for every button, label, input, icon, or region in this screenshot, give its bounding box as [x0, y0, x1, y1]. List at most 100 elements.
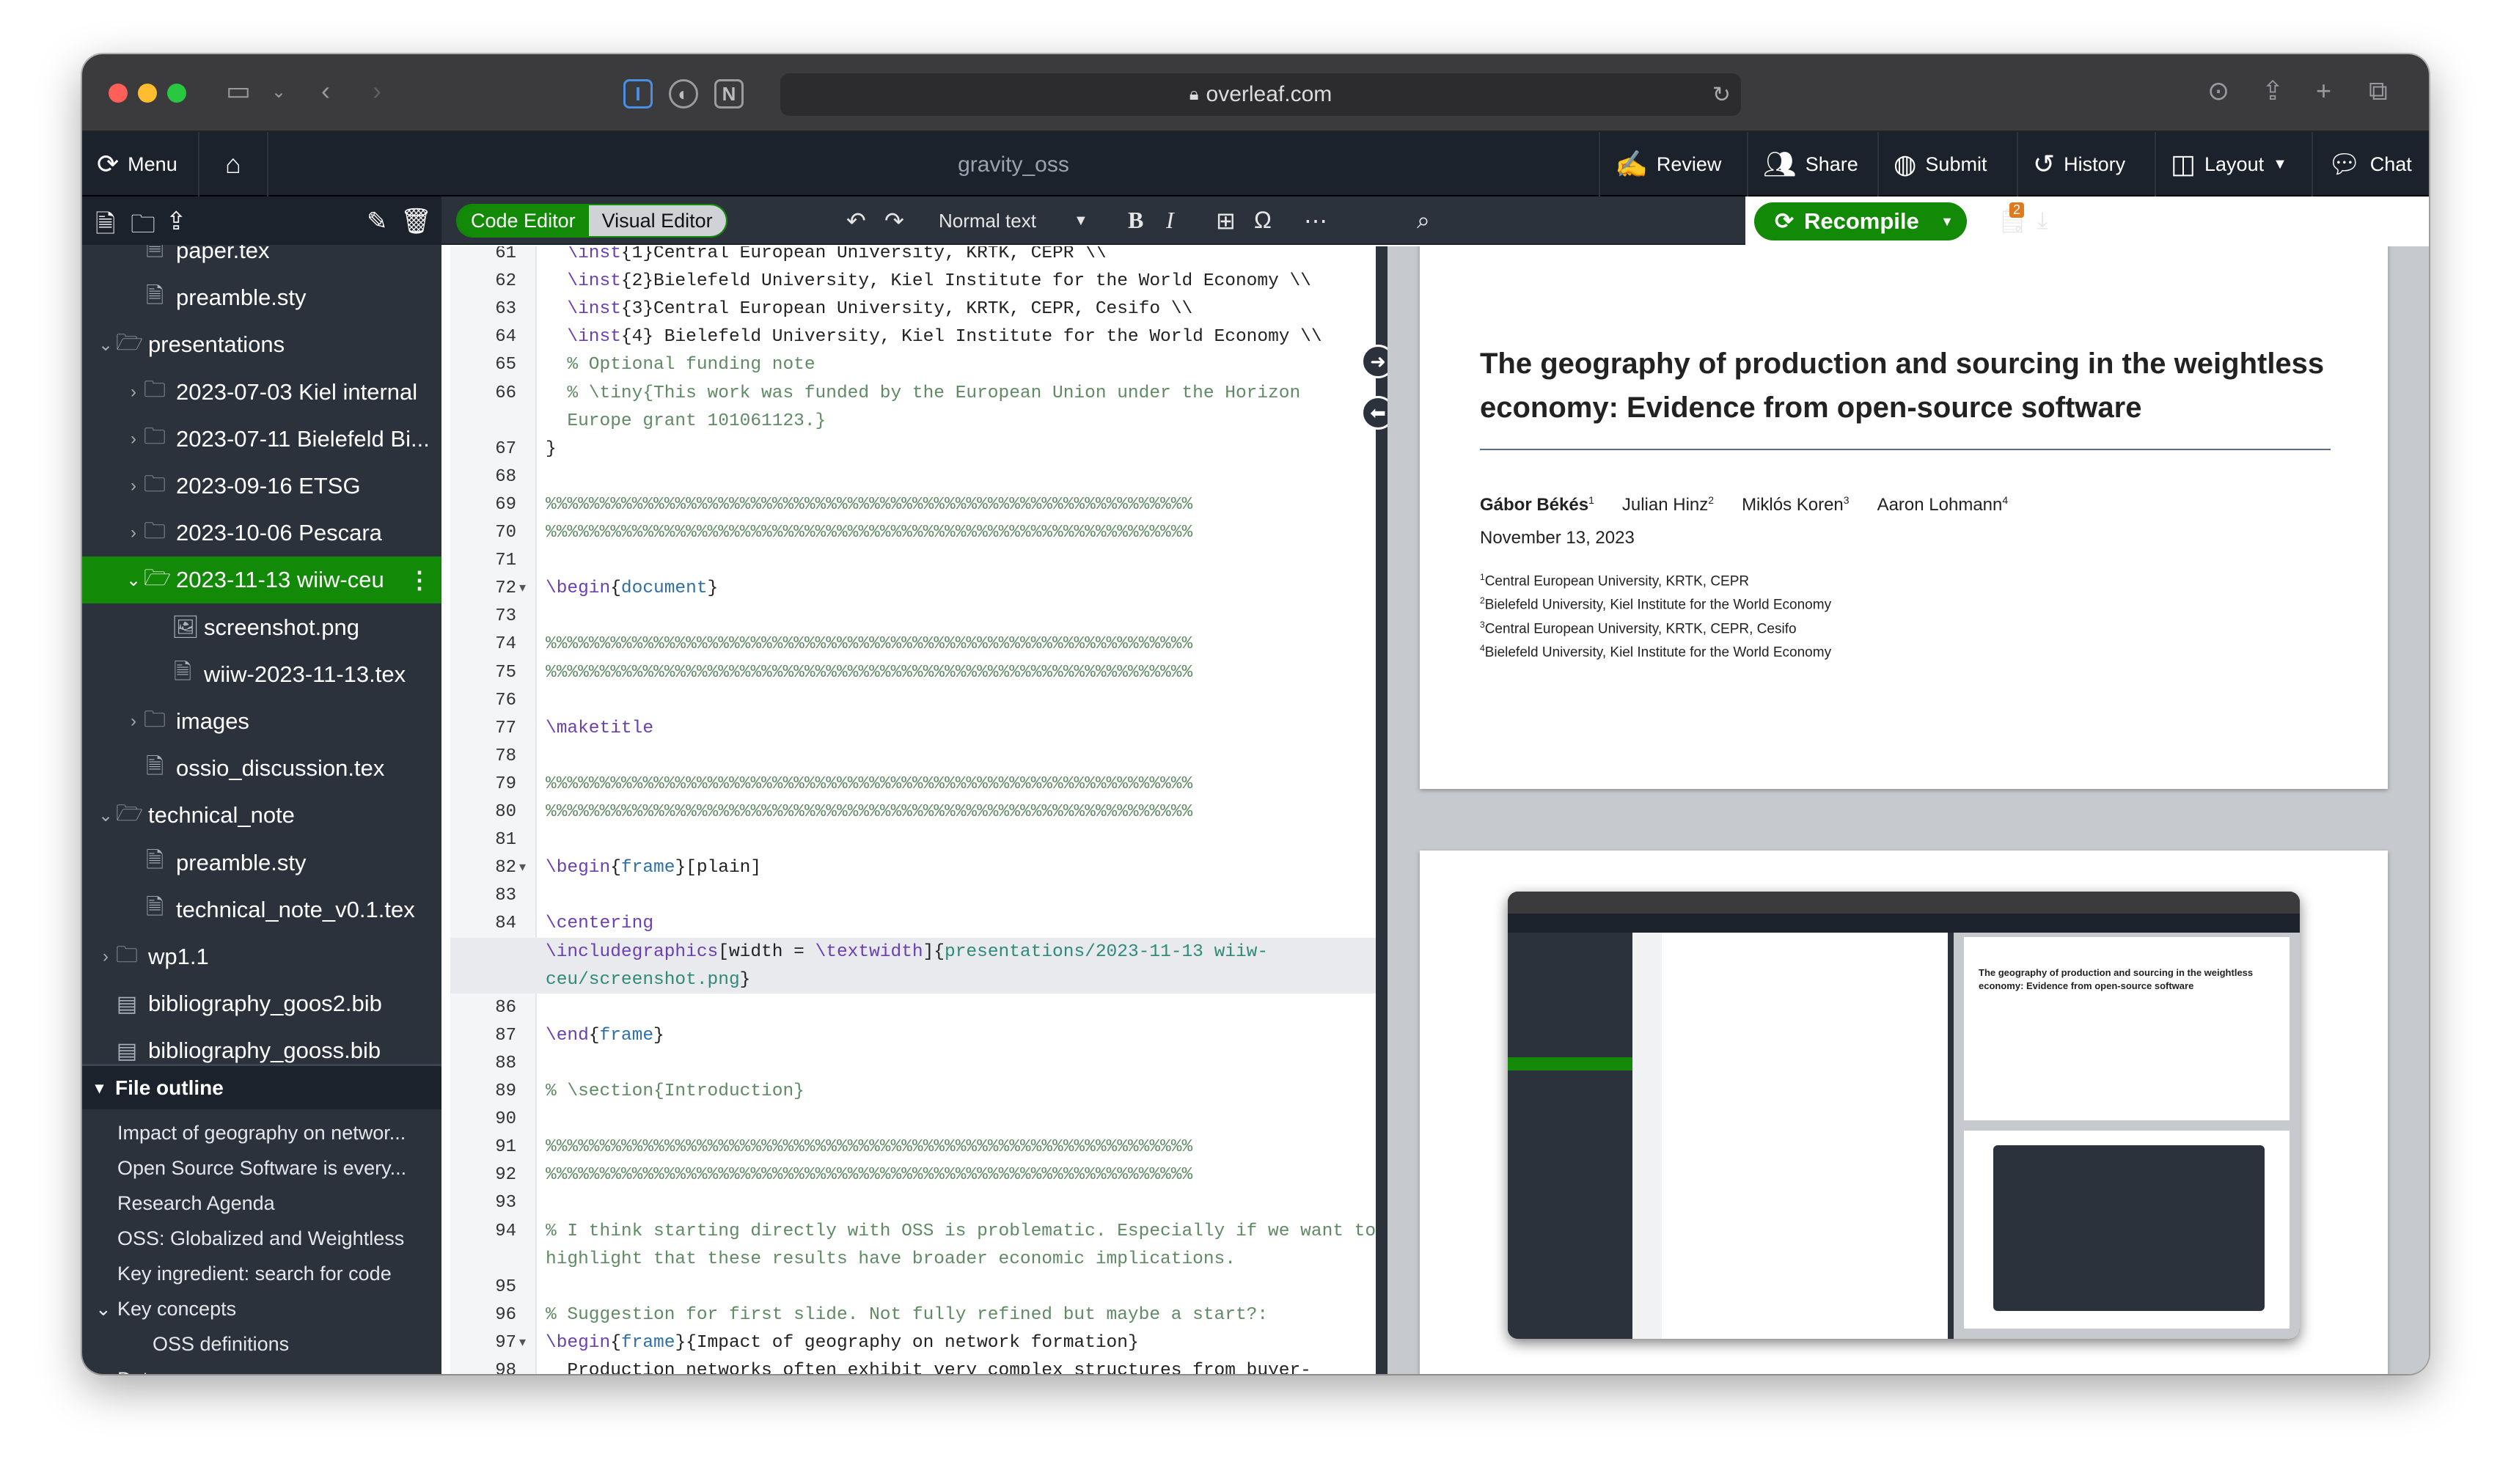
- italic-icon[interactable]: I: [1166, 207, 1174, 234]
- notion-extension-icon[interactable]: N: [714, 79, 744, 109]
- new-folder-icon[interactable]: 🗀: [131, 207, 155, 249]
- text-style-dropdown[interactable]: Normal text: [939, 210, 1036, 232]
- file-outline-header[interactable]: ▾ File outline: [82, 1064, 441, 1109]
- submit-button[interactable]: ◍ Submit: [1877, 132, 2001, 196]
- back-icon[interactable]: ‹: [321, 78, 330, 104]
- minimize-window-button[interactable]: [138, 84, 157, 103]
- history-icon: ↺: [2033, 149, 2056, 179]
- share-label: Share: [1805, 153, 1858, 175]
- fold-arrow-icon[interactable]: ▾: [519, 1334, 526, 1350]
- file-tree-item[interactable]: ▤ bibliography_gooss.bib: [82, 1027, 441, 1064]
- file-tree-item[interactable]: › 🗀 2023-07-03 Kiel internal: [82, 369, 441, 416]
- line-number: 62: [495, 271, 516, 292]
- pdf-preview[interactable]: The geography of production and sourcing…: [1388, 246, 2429, 1374]
- pane-divider[interactable]: ➜ ⬅: [1361, 246, 1395, 1374]
- delete-trash-icon[interactable]: 🗑: [400, 207, 432, 236]
- forward-icon[interactable]: ›: [373, 78, 381, 104]
- file-tree-item[interactable]: ⌄ 🗁 2023-11-13 wiiw-ceu ⋮: [82, 556, 441, 604]
- redo-icon[interactable]: ↷: [884, 207, 904, 235]
- outline-item[interactable]: Open Source Software is every...: [82, 1150, 441, 1186]
- menu-button[interactable]: ⟳ Menu: [82, 132, 199, 196]
- search-icon[interactable]: ⌕: [1417, 207, 1430, 235]
- share-button[interactable]: 👥︎ Share: [1747, 132, 1873, 196]
- file-tree-item[interactable]: 🗎 ossio_discussion.tex: [82, 745, 441, 792]
- outline-item[interactable]: OSS definitions: [82, 1326, 441, 1362]
- file-tree-item[interactable]: 🗎 wiiw-2023-11-13.tex: [82, 651, 441, 698]
- file-tree-item[interactable]: 🗎 technical_note_v0.1.tex: [82, 886, 441, 933]
- table-icon[interactable]: ⊞: [1216, 207, 1236, 235]
- code-line: Europe grant 101061123.}: [546, 411, 826, 431]
- editor-mode-toggle[interactable]: Code Editor Visual Editor: [456, 204, 727, 238]
- share-icon[interactable]: ⇪: [2262, 78, 2284, 104]
- address-bar[interactable]: 🔒︎ overleaf.com ↻: [780, 73, 1741, 116]
- caret-down-icon[interactable]: ▼: [1940, 214, 1954, 229]
- download-pdf-icon[interactable]: ⤓: [2037, 207, 2048, 235]
- review-button[interactable]: ✍ Review: [1599, 132, 1736, 196]
- file-tree-item[interactable]: 🗎 paper.tex: [82, 245, 441, 274]
- chat-button[interactable]: 💬︎ Chat: [2312, 132, 2427, 196]
- code-editor[interactable]: 61 62 63 64 65 66 67 68 69 70 71 72 ▾ 73 74 75 76 77 78 79 8…: [450, 246, 1376, 1374]
- symbol-omega-icon[interactable]: Ω: [1254, 207, 1272, 234]
- chevron-down-icon[interactable]: ⌄: [95, 1298, 117, 1320]
- thumb-gutter: [1632, 933, 1662, 1339]
- file-tree-item[interactable]: 🖼 screenshot.png: [82, 604, 441, 651]
- undo-icon[interactable]: ↶: [846, 207, 866, 235]
- new-file-icon[interactable]: 🗎: [95, 207, 115, 249]
- line-number: 68: [495, 466, 516, 487]
- recompile-button[interactable]: ⟳ Recompile ▼: [1754, 202, 1967, 240]
- outline-item[interactable]: Impact of geography on networ...: [82, 1115, 441, 1150]
- instapaper-extension-icon[interactable]: I: [623, 79, 653, 109]
- file-tree-item[interactable]: ⌄ 🗁 technical_note: [82, 792, 441, 839]
- reload-icon[interactable]: ↻: [1712, 82, 1731, 108]
- line-number: 82: [495, 858, 516, 878]
- outline-label: Impact of geography on networ...: [117, 1121, 406, 1144]
- chevron-down-icon[interactable]: ⌄: [271, 84, 286, 101]
- home-button[interactable]: ⌂: [199, 132, 268, 196]
- sidebar-toggle-icon[interactable]: ▭: [226, 78, 251, 104]
- extension-icon[interactable]: ◐: [669, 79, 698, 109]
- more-options-icon[interactable]: ⋯: [1304, 207, 1327, 235]
- code-line: % \section{Introduction}: [546, 1081, 804, 1101]
- review-icon: ✍: [1615, 149, 1648, 179]
- line-number: 70: [495, 523, 516, 543]
- file-tree-item[interactable]: › 🗀 wp1.1: [82, 933, 441, 980]
- outline-item[interactable]: ⌄ Key concepts: [82, 1291, 441, 1326]
- code-line: \begin{frame}{Impact of geography on net…: [546, 1332, 1139, 1353]
- chevron-right-icon: ›: [131, 711, 136, 731]
- file-tree-item[interactable]: ▤ bibliography_goos2.bib: [82, 980, 441, 1027]
- affiliation-sup: 3: [1480, 619, 1485, 630]
- code-editor-toggle[interactable]: Code Editor: [458, 205, 589, 236]
- history-button[interactable]: ↺ History: [2017, 132, 2140, 196]
- rename-pencil-icon[interactable]: ✎: [367, 207, 388, 236]
- file-tree-item[interactable]: › 🗀 2023-09-16 ETSG: [82, 463, 441, 510]
- pdf-author: Miklós Koren3: [1742, 494, 1850, 515]
- file-tree-item[interactable]: › 🗀 2023-07-11 Bielefeld Bi...: [82, 416, 441, 463]
- fold-arrow-icon[interactable]: ▾: [519, 580, 526, 595]
- outline-item[interactable]: OSS: Globalized and Weightless: [82, 1221, 441, 1256]
- bold-icon[interactable]: B: [1128, 207, 1143, 234]
- zoom-window-button[interactable]: [167, 84, 186, 103]
- thumb-editor: [1632, 933, 1948, 1339]
- fold-arrow-icon[interactable]: ▾: [519, 859, 526, 875]
- file-tree-label: bibliography_gooss.bib: [148, 1037, 381, 1064]
- file-tree: 🗎 paper.tex 🗎 preamble.sty ⌄ 🗁 presentations › 🗀…: [82, 245, 441, 1064]
- file-tree-item[interactable]: ⌄ 🗁 presentations: [82, 321, 441, 368]
- file-tree-item[interactable]: › 🗀 images: [82, 698, 441, 745]
- more-menu-icon[interactable]: ⋮: [408, 566, 431, 594]
- downloads-icon[interactable]: ⊙: [2207, 78, 2229, 104]
- layout-button[interactable]: ◫ Layout ▼: [2155, 132, 2302, 196]
- tab-overview-icon[interactable]: ⧉: [2369, 78, 2388, 104]
- upload-icon[interactable]: ⇪: [166, 207, 187, 236]
- file-tree-item[interactable]: 🗎 preamble.sty: [82, 274, 441, 321]
- file-tree-item[interactable]: 🗎 preamble.sty: [82, 840, 441, 886]
- close-window-button[interactable]: [109, 84, 128, 103]
- outline-item[interactable]: Data: [82, 1362, 441, 1375]
- file-tree-item[interactable]: › 🗀 2023-10-06 Pescara: [82, 510, 441, 556]
- new-tab-icon[interactable]: +: [2316, 78, 2331, 104]
- outline-item[interactable]: Research Agenda: [82, 1186, 441, 1221]
- line-number: 72: [495, 578, 516, 599]
- outline-label: Key concepts: [117, 1297, 237, 1320]
- outline-item[interactable]: Key ingredient: search for code: [82, 1256, 441, 1291]
- author-name: Miklós Koren: [1742, 495, 1844, 515]
- visual-editor-toggle[interactable]: Visual Editor: [588, 205, 726, 236]
